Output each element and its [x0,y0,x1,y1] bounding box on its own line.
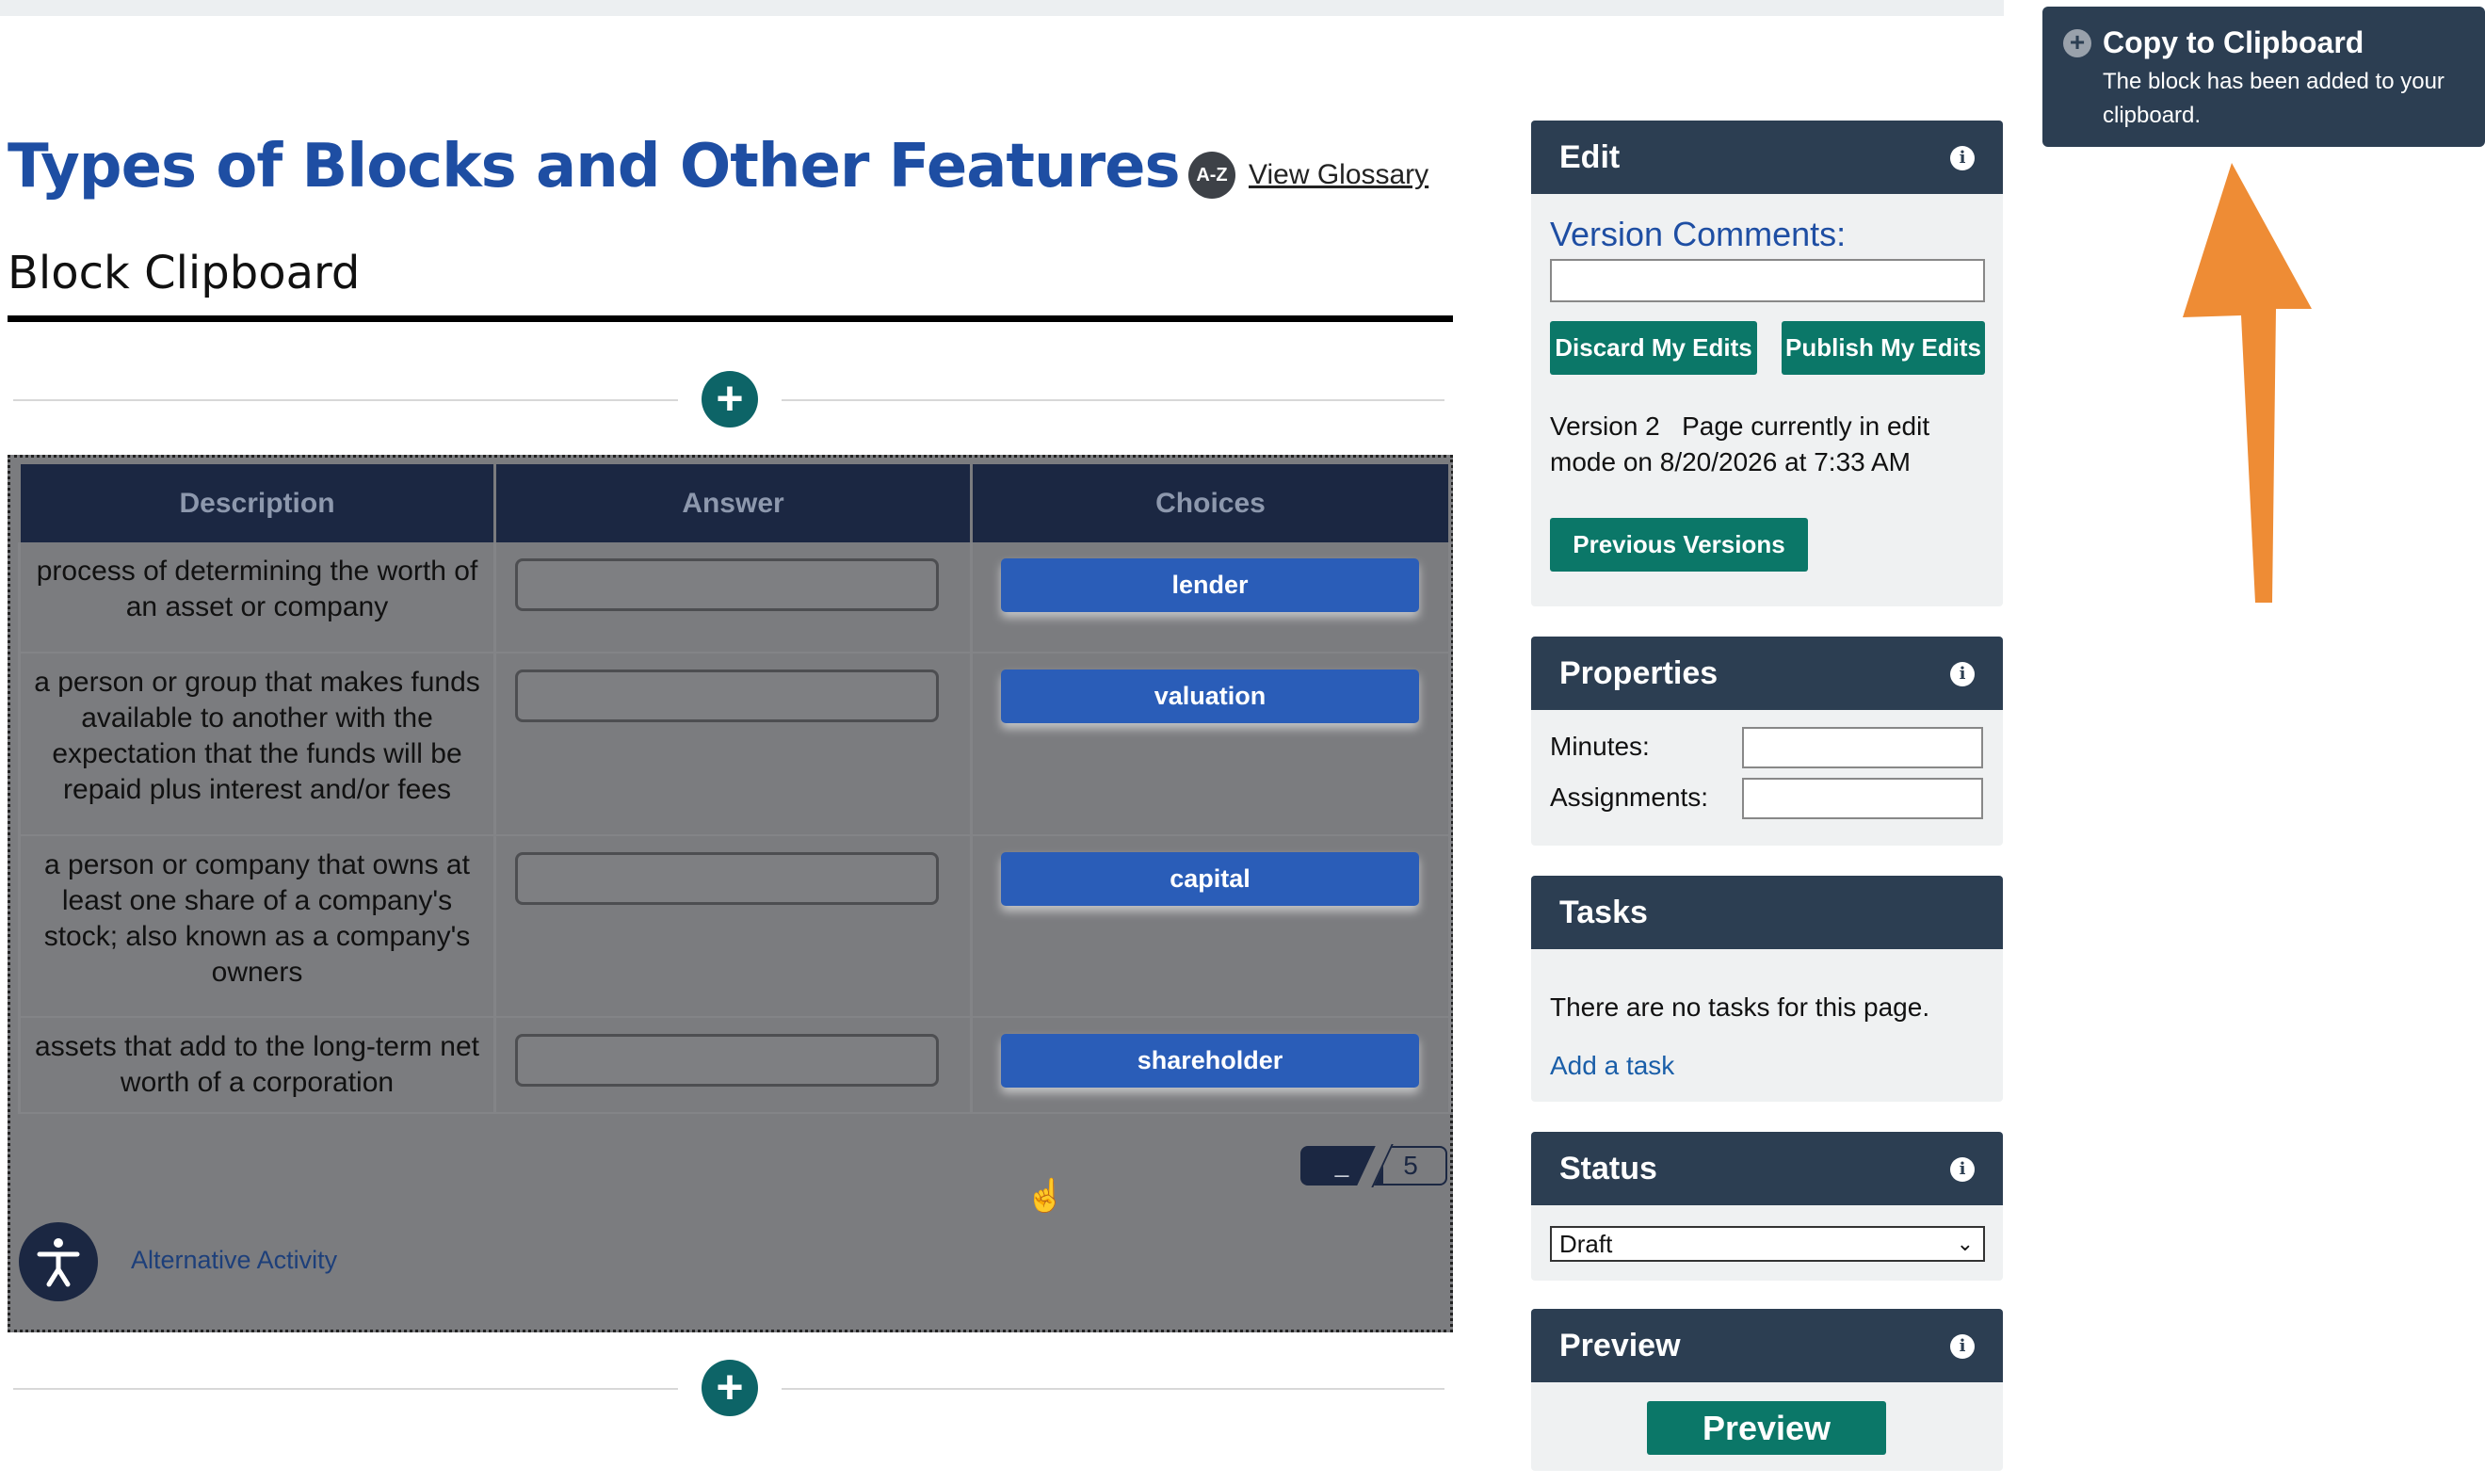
preview-panel: Preview i Preview [1531,1309,2003,1471]
version-comments-input[interactable] [1550,259,1985,302]
matching-table: Description Answer Choices process of de… [18,464,1451,1114]
publish-edits-button[interactable]: Publish My Edits [1782,321,1985,375]
alternative-activity-link[interactable]: Alternative Activity [131,1246,337,1275]
answer-drop-zone[interactable] [515,1034,939,1087]
description-cell: process of determining the worth of an a… [36,556,478,622]
edit-panel: Edit i Version Comments: Discard My Edit… [1531,121,2003,606]
progress-counter: 5 _ [1300,1144,1447,1187]
choice-chip[interactable]: valuation [1001,669,1419,723]
divider-line [782,399,1444,401]
tasks-panel-title: Tasks [1559,895,1648,930]
add-task-link[interactable]: Add a task [1550,1051,1674,1081]
description-cell: a person or company that owns at least o… [43,849,471,988]
assignments-input[interactable] [1742,778,1983,819]
add-block-row-bottom: + [13,1360,1444,1418]
add-block-button[interactable]: + [702,371,758,427]
properties-panel: Properties i Minutes: Assignments: [1531,637,2003,846]
section-title: Block Clipboard [8,247,361,299]
status-panel-header: Status i [1531,1132,2003,1205]
preview-button[interactable]: Preview [1647,1401,1886,1455]
view-glossary-link[interactable]: View Glossary [1249,159,1428,191]
edit-panel-title: Edit [1559,139,1621,175]
info-icon[interactable]: i [1950,1334,1975,1359]
add-block-row-top: + [13,371,1444,429]
add-block-button[interactable]: + [702,1360,758,1416]
divider-line [13,1388,678,1390]
annotation-arrow-icon [2183,163,2312,603]
answer-drop-zone[interactable] [515,558,939,611]
page-title: Types of Blocks and Other Features [8,132,1181,202]
answer-drop-zone[interactable] [515,852,939,905]
info-icon[interactable]: i [1950,1157,1975,1182]
choice-chip[interactable]: shareholder [1001,1034,1419,1088]
properties-panel-title: Properties [1559,655,1719,691]
chevron-down-icon: ⌄ [1956,1232,1974,1255]
a-z-icon: A-Z [1188,152,1235,199]
version-comments-label: Version Comments: [1550,215,1847,253]
assignments-label: Assignments: [1550,782,1709,812]
accessibility-icon[interactable] [19,1222,98,1301]
glossary-link-group[interactable]: A-Z View Glossary [1188,152,1428,199]
status-select[interactable]: Draft ⌄ [1550,1226,1985,1262]
status-panel-title: Status [1559,1151,1657,1186]
properties-panel-header: Properties i [1531,637,2003,710]
column-header-description: Description [18,464,496,542]
preview-panel-header: Preview i [1531,1309,2003,1382]
description-cell: a person or group that makes funds avail… [34,667,480,805]
version-status-text: Version 2 Page currently in edit mode on… [1550,411,1937,476]
table-row: a person or group that makes funds avail… [18,653,1451,836]
column-header-answer: Answer [493,464,973,542]
info-icon[interactable]: i [1950,662,1975,686]
matching-activity-block[interactable]: Description Answer Choices process of de… [8,455,1453,1332]
edit-panel-header: Edit i [1531,121,2003,194]
choice-chip[interactable]: capital [1001,852,1419,906]
no-tasks-text: There are no tasks for this page. [1550,992,1930,1022]
info-icon[interactable]: i [1950,146,1975,170]
minutes-input[interactable] [1742,727,1983,768]
divider-line [782,1388,1444,1390]
status-panel: Status i Draft ⌄ [1531,1132,2003,1281]
answer-drop-zone[interactable] [515,669,939,722]
discard-edits-button[interactable]: Discard My Edits [1550,321,1757,375]
toast-title: Copy to Clipboard [2103,25,2364,59]
divider-line [13,399,678,401]
choice-chip[interactable]: lender [1001,558,1419,612]
toast-message: The block has been added to your clipboa… [2103,69,2445,128]
minutes-label: Minutes: [1550,732,1650,761]
preview-panel-title: Preview [1559,1328,1681,1363]
table-row: process of determining the worth of an a… [18,542,1451,653]
plus-circle-icon: + [2063,29,2091,57]
clipboard-toast: + Copy to Clipboard The block has been a… [2042,7,2485,147]
previous-versions-button[interactable]: Previous Versions [1550,518,1808,572]
hand-cursor-icon: ☝ [1025,1178,1066,1214]
tasks-panel: Tasks There are no tasks for this page. … [1531,876,2003,1102]
top-bar [0,0,2004,16]
tasks-panel-header: Tasks [1531,876,2003,949]
table-row: a person or company that owns at least o… [18,835,1451,1018]
table-row: assets that add to the long-term net wor… [18,1017,1451,1114]
section-divider [8,315,1453,322]
status-selected-value: Draft [1559,1230,1613,1258]
column-header-choices: Choices [970,464,1451,542]
description-cell: assets that add to the long-term net wor… [35,1031,479,1098]
